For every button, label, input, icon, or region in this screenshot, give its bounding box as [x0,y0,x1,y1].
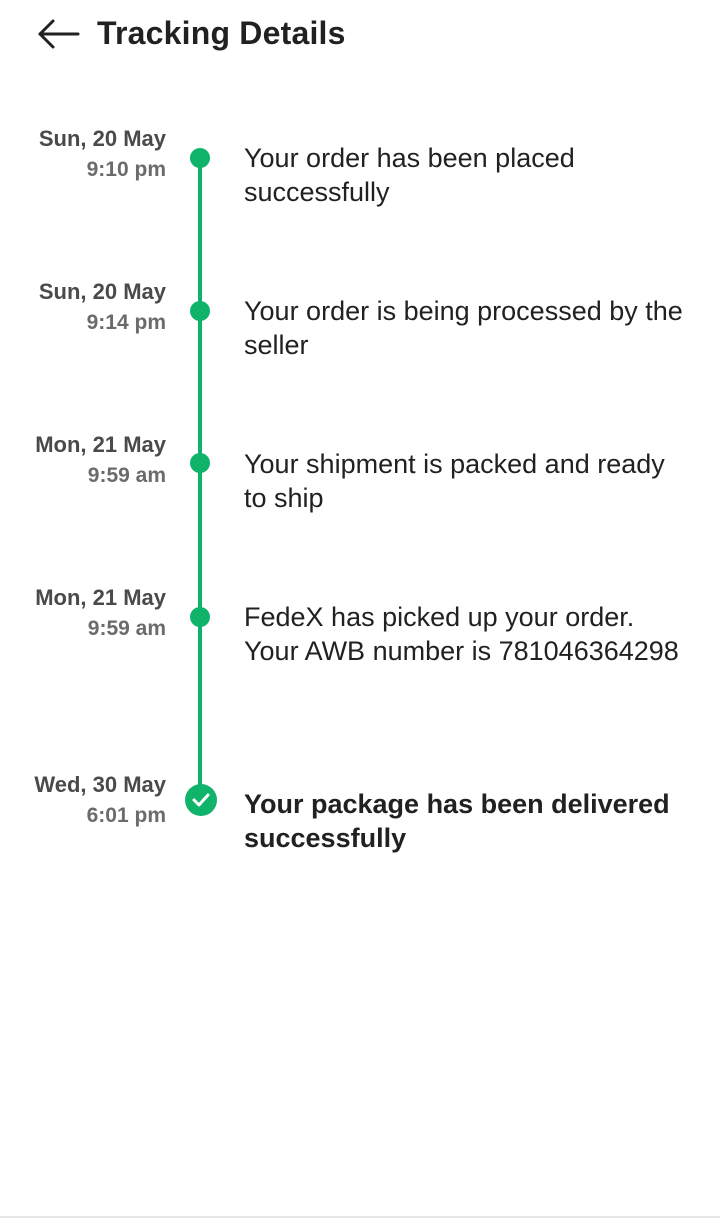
event-time: 9:14 pm [86,311,166,334]
timeline-line [198,158,202,800]
timeline-dot [190,453,210,473]
delivered-check-icon [185,784,217,816]
tracking-timeline: Sun, 20 May 9:10 pm Your order has been … [0,0,720,1218]
event-date: Wed, 30 May [34,772,166,797]
event-date: Sun, 20 May [38,279,166,304]
timeline-dot [190,607,210,627]
event-time: 9:10 pm [86,158,166,181]
event-time: 9:59 am [87,464,166,487]
event-time: 9:59 am [87,617,166,640]
event-date: Sun, 20 May [38,126,166,151]
event-description: Your package has been delivered successf… [244,789,670,853]
event-description: Your shipment is packed and ready to shi… [244,449,665,513]
event-time: 6:01 pm [86,804,166,827]
event-description: FedeX has picked up your order. Your AWB… [244,602,679,666]
event-date: Mon, 21 May [35,432,166,457]
timeline-dot [190,301,210,321]
event-description: Your order has been placed successfully [244,143,575,207]
event-description: Your order is being processed by the sel… [244,296,683,360]
event-date: Mon, 21 May [35,585,166,610]
timeline-dot [190,148,210,168]
